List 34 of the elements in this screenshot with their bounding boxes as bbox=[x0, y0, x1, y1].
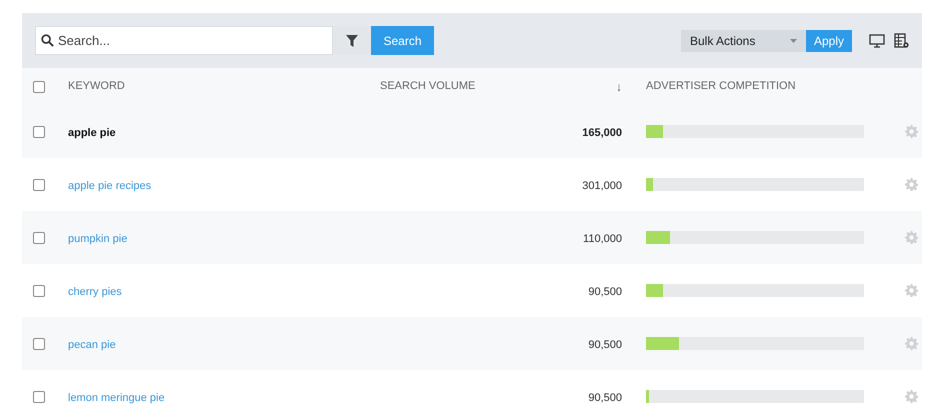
volume-cell: 90,500 bbox=[588, 392, 622, 404]
volume-cell: 301,000 bbox=[582, 180, 622, 192]
table-settings-icon[interactable] bbox=[894, 32, 910, 48]
bulk-actions-select[interactable]: Bulk Actions bbox=[680, 30, 806, 52]
checkbox[interactable] bbox=[33, 232, 45, 244]
monitor-icon[interactable] bbox=[869, 34, 885, 48]
checkbox[interactable] bbox=[33, 390, 45, 402]
volume-cell: 110,000 bbox=[583, 232, 622, 244]
checkbox[interactable] bbox=[33, 338, 45, 350]
column-header[interactable]: SEARCH VOLUME bbox=[380, 78, 476, 96]
apply-button[interactable]: Apply bbox=[806, 30, 852, 52]
keyword-link[interactable]: pumpkin pie bbox=[68, 232, 128, 244]
column-header[interactable]: ADVERTISER COMPETITION bbox=[646, 80, 796, 92]
keyword-link[interactable]: apple pie recipes bbox=[68, 180, 152, 192]
checkbox[interactable] bbox=[33, 126, 45, 138]
search-icon bbox=[41, 34, 54, 47]
checkbox[interactable] bbox=[33, 284, 45, 296]
checkbox[interactable] bbox=[33, 178, 45, 190]
keyword-link[interactable]: cherry pies bbox=[68, 286, 122, 298]
bulk-actions-value: Bulk Actions bbox=[690, 32, 756, 50]
volume-cell: 90,500 bbox=[588, 338, 622, 350]
keyword-link[interactable]: pecan pie bbox=[68, 338, 116, 350]
filter-icon bbox=[346, 34, 358, 46]
filter-button[interactable] bbox=[333, 26, 371, 55]
keyword-link[interactable]: lemon meringue pie bbox=[68, 392, 165, 404]
volume-cell: 90,500 bbox=[588, 286, 622, 298]
sort-arrow[interactable]: ↓ bbox=[616, 78, 622, 96]
search-field[interactable]: Search... bbox=[35, 26, 333, 55]
keyword-text: apple pie bbox=[68, 126, 116, 138]
search-button[interactable]: Search bbox=[371, 26, 434, 55]
caret-icon bbox=[790, 38, 797, 42]
checkbox[interactable] bbox=[33, 80, 45, 92]
volume-cell: 165,000 bbox=[582, 126, 622, 138]
column-header[interactable]: KEYWORD bbox=[68, 80, 125, 92]
